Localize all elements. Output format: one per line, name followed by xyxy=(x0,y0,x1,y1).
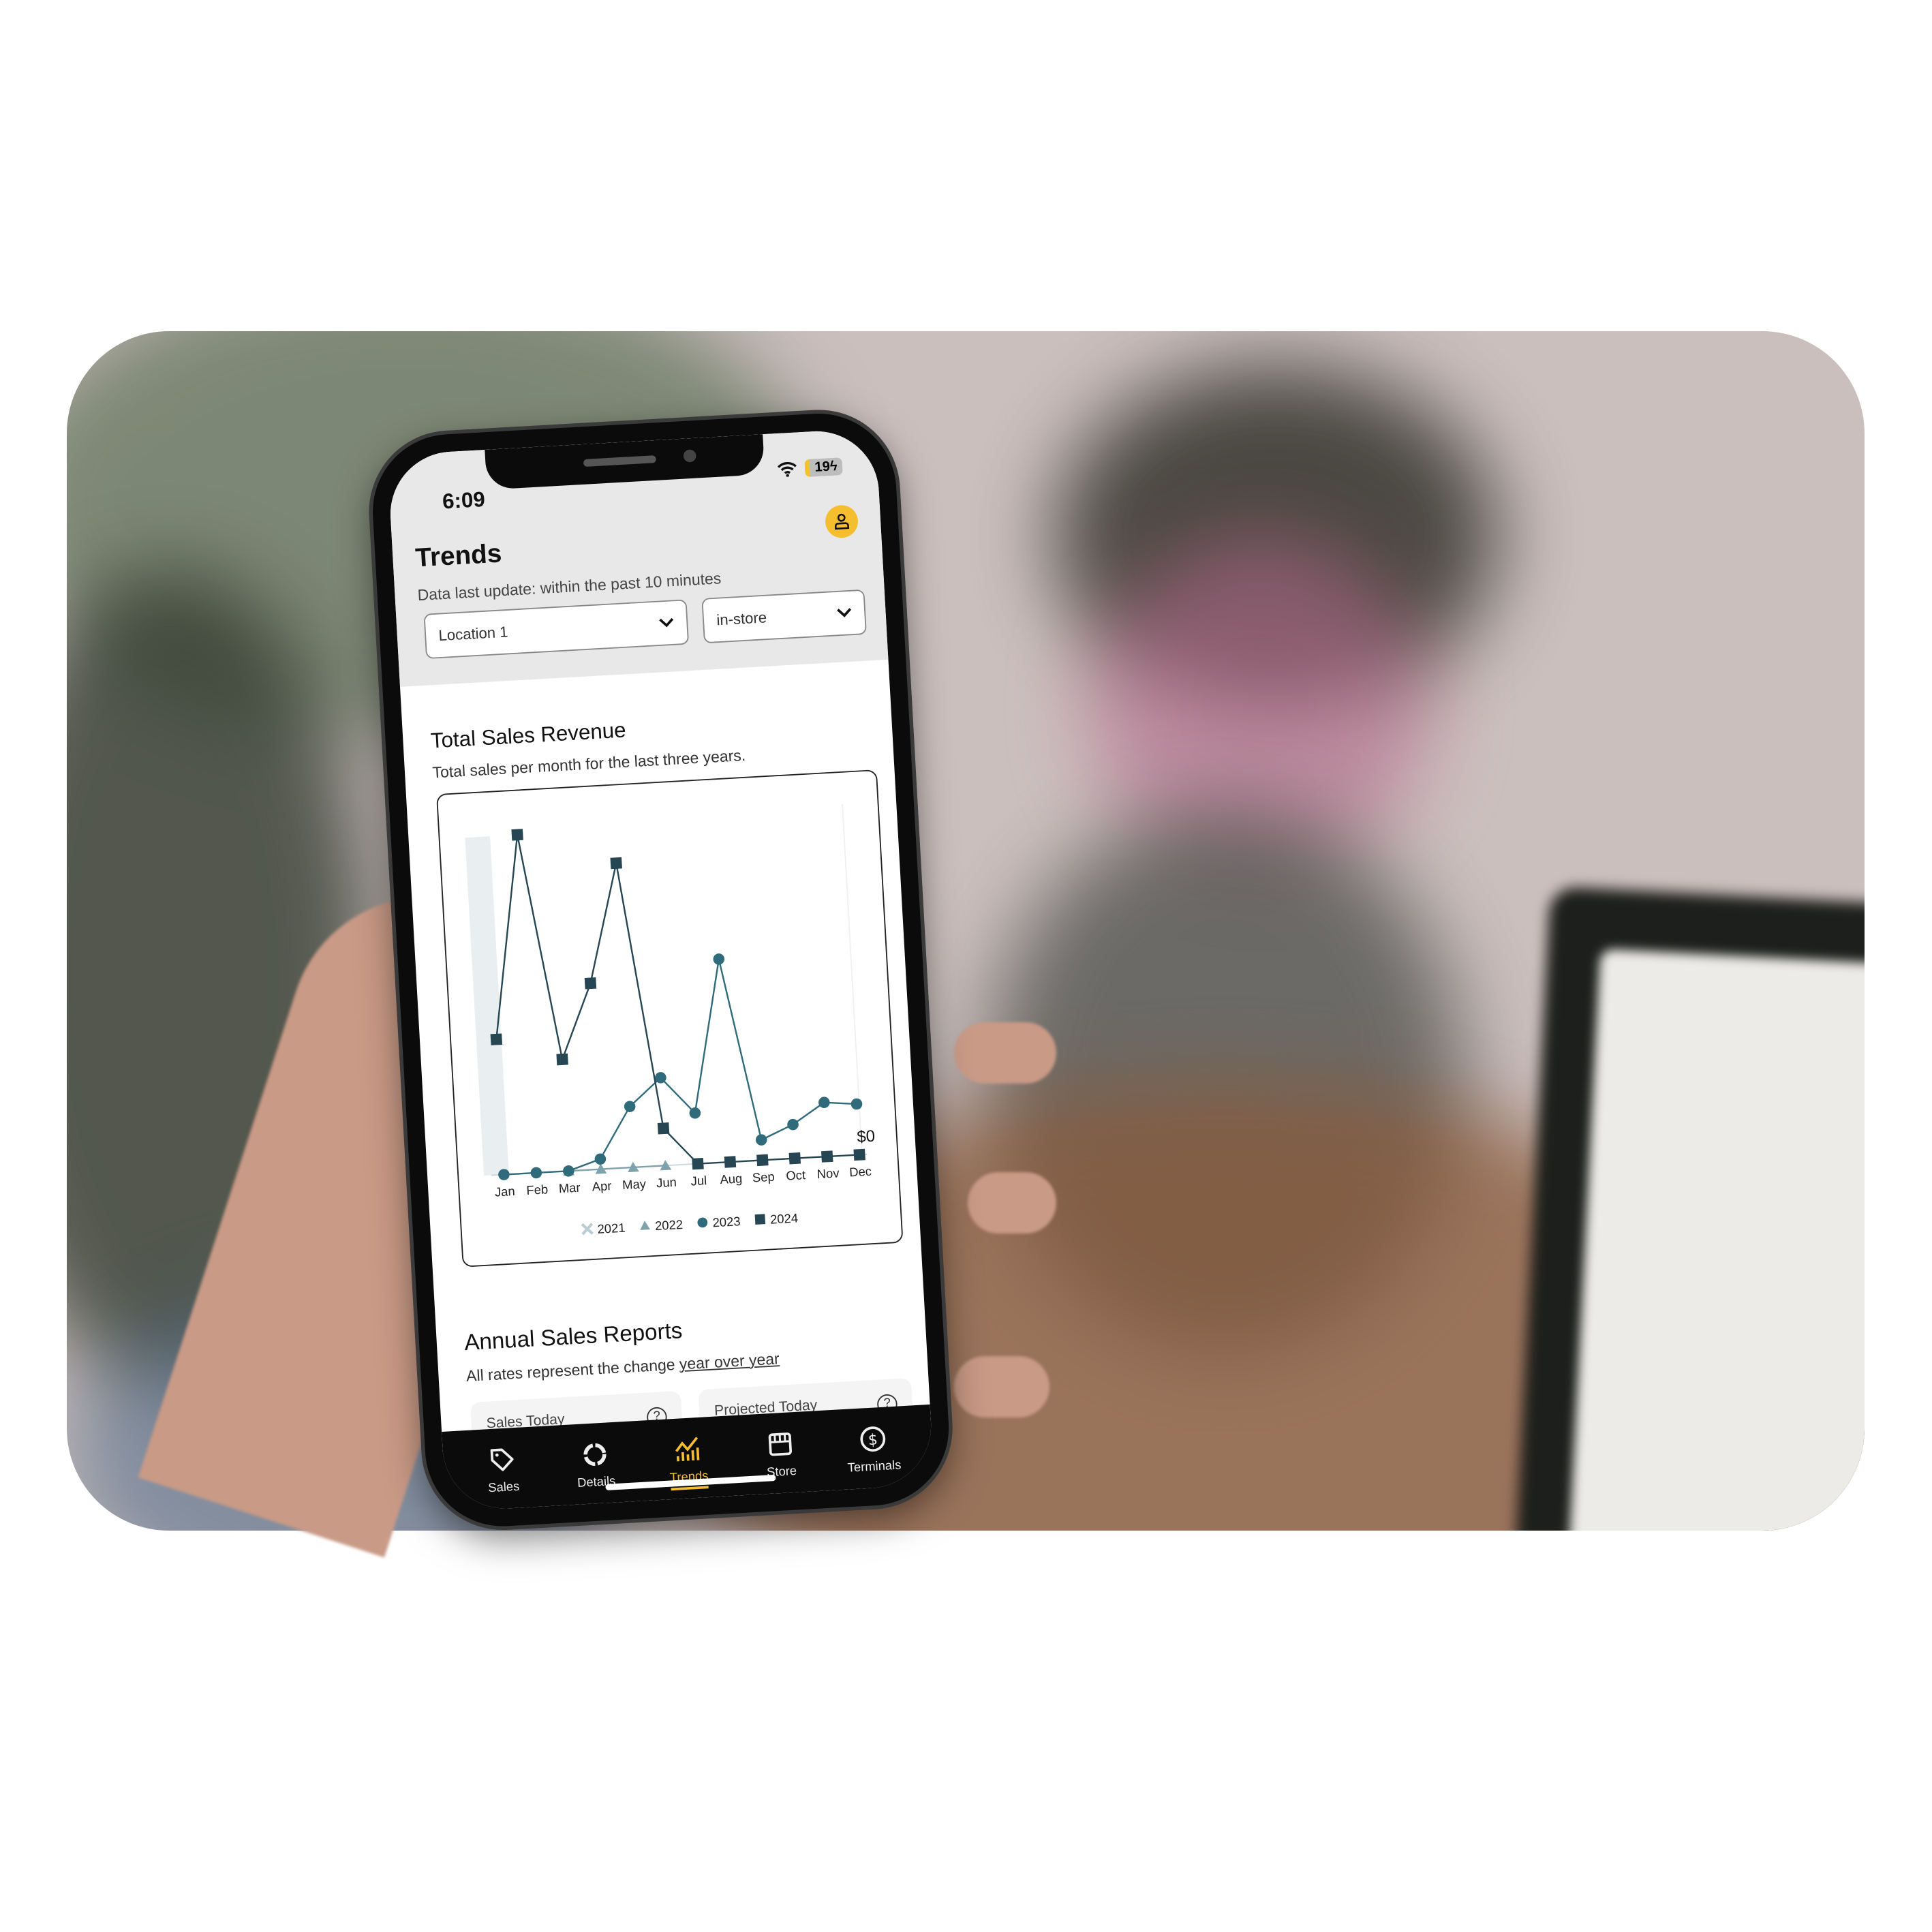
tab-label: Sales xyxy=(487,1480,520,1496)
phone: 6:09 19ϟ Trends Data last update: within… xyxy=(368,409,953,1531)
legend-marker-2021 xyxy=(581,1223,594,1236)
tab-trends[interactable]: Trends xyxy=(649,1434,728,1501)
revenue-chart: $0 Jan Feb Mar Apr May Jun Jul Aug Sep Oct Nov Dec 20… xyxy=(465,803,876,1236)
legend-label: 2022 xyxy=(655,1217,684,1233)
x-tick-label: Oct xyxy=(786,1167,806,1183)
annual-title: Annual Sales Reports xyxy=(463,1317,684,1355)
legend-label: 2021 xyxy=(597,1221,626,1236)
chevron-down-icon xyxy=(659,617,674,628)
data-point-2023 xyxy=(755,1134,767,1146)
channel-select-value: in-store xyxy=(716,609,767,629)
user-icon xyxy=(834,513,850,530)
tab-label: Terminals xyxy=(847,1458,902,1476)
battery-text: 19 xyxy=(814,459,831,476)
x-tick-label: Apr xyxy=(592,1178,612,1194)
page-title: Trends xyxy=(414,539,503,573)
tab-store[interactable]: Store xyxy=(742,1428,821,1495)
svg-text:$: $ xyxy=(868,1432,878,1450)
data-point-2024 xyxy=(853,1148,865,1161)
data-point-2024 xyxy=(511,829,523,841)
data-point-2024 xyxy=(821,1150,833,1163)
data-point-2023 xyxy=(530,1167,542,1179)
data-point-2024 xyxy=(556,1053,568,1066)
x-tick-label: Dec xyxy=(849,1164,872,1180)
x-tick-label: Jan xyxy=(494,1184,515,1199)
legend-marker-2024 xyxy=(754,1214,766,1225)
battery-level: 19ϟ xyxy=(804,457,843,478)
chevron-down-icon xyxy=(837,608,852,617)
x-tick-label: Nov xyxy=(816,1165,840,1181)
revenue-chart-card: $0 Jan Feb Mar Apr May Jun Jul Aug Sep Oct Nov Dec 20… xyxy=(436,769,904,1268)
data-point-2024 xyxy=(610,857,622,870)
data-point-2023 xyxy=(787,1118,799,1131)
legend-marker-2022 xyxy=(640,1221,651,1230)
data-point-2024 xyxy=(756,1154,769,1167)
phone-screen: 6:09 19ϟ Trends Data last update: within… xyxy=(387,427,935,1512)
annual-subtitle: All rates represent the change year over… xyxy=(465,1350,780,1385)
location-select[interactable]: Location 1 xyxy=(423,599,690,660)
x-tick-label: Jun xyxy=(656,1175,677,1191)
status-time: 6:09 xyxy=(442,487,486,514)
location-select-value: Location 1 xyxy=(438,623,509,645)
data-point-2024 xyxy=(788,1152,801,1165)
highlight-band xyxy=(465,836,509,1176)
x-tick-label: Mar xyxy=(558,1180,581,1196)
series-line-2024 xyxy=(495,834,860,1165)
y-axis-label: $0 xyxy=(857,1127,876,1146)
x-tick-label: Feb xyxy=(526,1182,549,1197)
annual-subtitle-text: All rates represent the change xyxy=(465,1355,680,1385)
data-point-2023 xyxy=(850,1098,863,1110)
store-icon xyxy=(768,1432,793,1456)
dollar-circle-icon: $ xyxy=(860,1426,886,1452)
legend-label: 2023 xyxy=(712,1214,741,1229)
legend-marker-2023 xyxy=(697,1217,708,1228)
data-point-2024 xyxy=(724,1156,737,1168)
channel-select[interactable]: in-store xyxy=(701,589,867,644)
x-tick-label: Aug xyxy=(720,1171,743,1186)
data-point-2024 xyxy=(584,977,597,990)
chart-icon xyxy=(675,1437,700,1462)
status-icons: 19ϟ xyxy=(777,457,843,478)
last-update-text: Data last update: within the past 10 min… xyxy=(416,569,722,604)
x-tick-label: May xyxy=(622,1176,647,1192)
revenue-title: Total Sales Revenue xyxy=(430,718,627,753)
data-point-2023 xyxy=(818,1097,830,1108)
data-point-2024 xyxy=(657,1122,670,1135)
legend-label: 2024 xyxy=(770,1210,799,1226)
tag-icon xyxy=(490,1448,514,1471)
data-point-2023 xyxy=(594,1153,607,1165)
profile-button[interactable] xyxy=(824,504,859,539)
data-point-2023 xyxy=(713,953,725,965)
tab-sales[interactable]: Sales xyxy=(464,1444,542,1511)
data-point-2024 xyxy=(490,1033,503,1045)
data-point-2024 xyxy=(692,1157,704,1170)
wifi-icon xyxy=(777,462,797,478)
revenue-subtitle: Total sales per month for the last three… xyxy=(431,746,746,782)
x-tick-label: Jul xyxy=(690,1173,707,1188)
tab-terminals[interactable]: $ Terminals xyxy=(835,1423,913,1490)
x-tick-label: Sep xyxy=(752,1169,775,1185)
ring-icon xyxy=(583,1443,607,1467)
tab-details[interactable]: Details xyxy=(557,1439,635,1505)
year-over-year-link[interactable]: year over year xyxy=(679,1350,780,1373)
bolt-icon: ϟ xyxy=(829,459,838,475)
